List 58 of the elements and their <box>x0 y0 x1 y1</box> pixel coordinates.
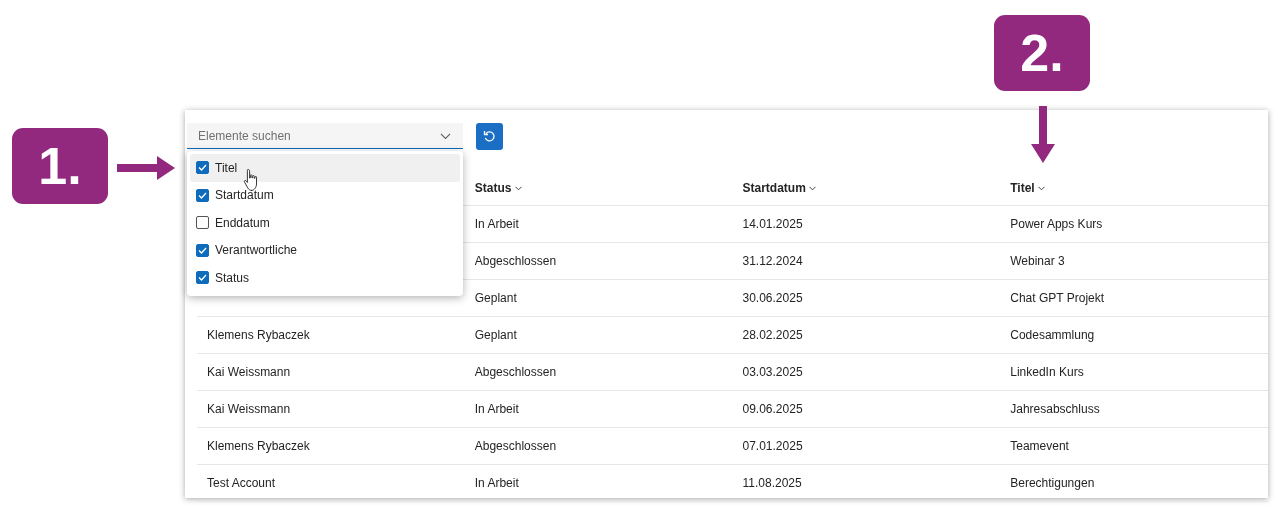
menu-item[interactable]: Titel <box>190 154 460 182</box>
table-cell: 30.06.2025 <box>742 291 803 305</box>
table-cell: Geplant <box>474 291 517 305</box>
table-cell: Berechtigungen <box>1010 476 1095 490</box>
table-cell: 11.08.2025 <box>742 476 802 490</box>
table-cell: 09.06.2025 <box>742 402 803 416</box>
table-cell: Webinar 3 <box>1010 254 1065 268</box>
table-cell: 14.01.2025 <box>742 217 803 231</box>
menu-item-label: Status <box>215 269 250 287</box>
table-cell: Test Account <box>207 476 276 490</box>
chevron-down-icon <box>440 133 451 140</box>
arrow-icon <box>115 155 177 181</box>
menu-item-label: Enddatum <box>215 214 270 232</box>
table-cell: Abgeschlossen <box>474 254 557 268</box>
step-label: 1. <box>12 128 108 204</box>
table-cell: Abgeschlossen <box>474 439 557 453</box>
column-header[interactable]: Startdatum <box>732 178 1001 197</box>
column-header[interactable]: Titel <box>1000 178 1268 197</box>
checkbox[interactable] <box>196 161 209 175</box>
refresh-button[interactable] <box>476 122 503 150</box>
menu-item-label: Verantwortliche <box>215 242 298 260</box>
table-cell: Chat GPT Projekt <box>1010 291 1105 305</box>
table-cell: Abgeschlossen <box>474 365 557 379</box>
refresh-icon <box>483 129 496 143</box>
search-field[interactable]: Elemente suchen <box>187 123 463 149</box>
table-cell: In Arbeit <box>474 476 519 490</box>
table-cell: Teamevent <box>1010 439 1069 453</box>
table-cell: Kai Weissmann <box>207 402 291 416</box>
menu-item[interactable]: Enddatum <box>190 209 460 237</box>
menu-item[interactable]: Status <box>190 264 460 292</box>
step-label: 2. <box>994 15 1090 91</box>
checkbox[interactable] <box>196 271 209 285</box>
table-cell: LinkedIn Kurs <box>1010 365 1084 379</box>
table-cell: Klemens Rybaczek <box>207 439 310 453</box>
table-cell: Jahresabschluss <box>1010 402 1100 416</box>
table-cell: Kai Weissmann <box>207 365 291 379</box>
table-cell: 07.01.2025 <box>742 439 803 453</box>
table-cell: Codesammlung <box>1010 328 1095 342</box>
table-cell: Klemens Rybaczek <box>207 328 310 342</box>
checkbox[interactable] <box>196 216 209 230</box>
table-cell: Power Apps Kurs <box>1010 217 1103 231</box>
arrow-icon <box>1030 105 1056 164</box>
menu-item-label: Startdatum <box>215 187 274 205</box>
chevron-down-icon <box>1038 185 1046 191</box>
checkbox[interactable] <box>196 243 209 257</box>
menu-item[interactable]: Verantwortliche <box>190 236 460 264</box>
table-cell: 31.12.2024 <box>742 254 803 268</box>
column-header[interactable]: Status <box>464 178 733 197</box>
chevron-down-icon <box>809 185 817 191</box>
table-cell: In Arbeit <box>474 402 519 416</box>
chevron-down-icon <box>514 185 522 191</box>
table-cell: 03.03.2025 <box>742 365 803 379</box>
table-cell: In Arbeit <box>474 217 519 231</box>
menu-item[interactable]: Startdatum <box>190 181 460 209</box>
table-cell: Geplant <box>474 328 517 342</box>
table-cell: 28.02.2025 <box>742 328 803 342</box>
menu-item-label: Titel <box>215 159 238 177</box>
checkbox[interactable] <box>196 188 209 202</box>
